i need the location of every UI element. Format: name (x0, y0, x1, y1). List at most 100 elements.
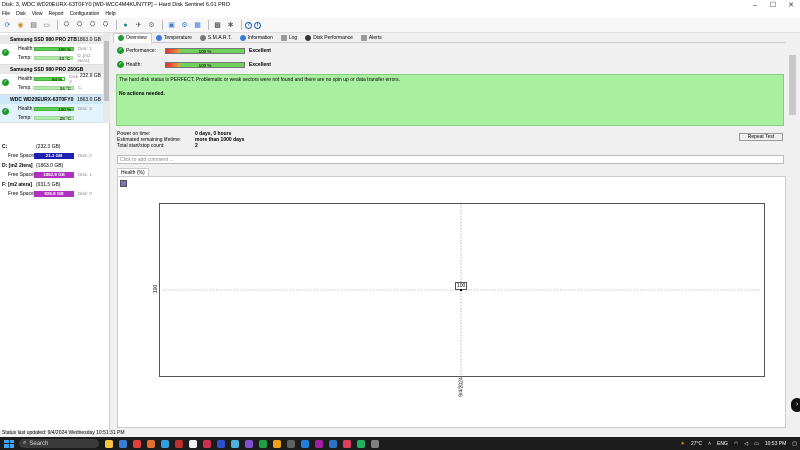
surface-test-icon[interactable]: ▤ (28, 20, 39, 31)
disk-capacity: 1863.0 GB (77, 37, 101, 43)
report-icon[interactable]: ▭ (41, 20, 52, 31)
save-chart-icon[interactable] (120, 180, 127, 187)
send-report-icon[interactable]: ⛭ (74, 20, 85, 31)
whatsapp-icon[interactable] (357, 439, 365, 448)
app-icon[interactable] (273, 439, 281, 448)
temp-value: 34 °C (59, 85, 71, 91)
taskbar: ⌕ Search ☀ 27°C ˄ ENG ◠ ◁ ▭ 10:53 PM ▢ (0, 437, 800, 450)
tab-overview[interactable]: Overview (113, 32, 152, 43)
disk-scan-icon[interactable]: ◉ (15, 20, 26, 31)
wifi-icon[interactable]: ◠ (734, 441, 738, 447)
temperature-icon (155, 34, 162, 41)
tab-disk-performance[interactable]: Disk Performance (301, 33, 357, 43)
app-icon[interactable] (231, 439, 239, 448)
file-explorer-icon[interactable] (105, 439, 113, 448)
mail-icon[interactable]: ⛭ (100, 20, 111, 31)
app-icon[interactable] (203, 439, 211, 448)
search-icon: ⌕ (23, 440, 27, 446)
partition-disk: Disk: 0 (78, 191, 92, 196)
floating-arrow-button[interactable]: › (791, 398, 800, 412)
app-icon[interactable] (189, 439, 197, 448)
refresh-icon[interactable]: ⟳ (2, 20, 13, 31)
minimize-button[interactable]: – (746, 2, 764, 9)
tab-information[interactable]: Information (236, 33, 277, 43)
status-description: The hard disk status is PERFECT. Problem… (116, 74, 784, 126)
settings-icon[interactable]: ⚙ (179, 20, 190, 31)
temp-label: Temp.: (18, 84, 34, 91)
partition-item[interactable]: F: [m2 atera] (931.5 GB) Free Space 926.8 … (0, 181, 110, 198)
disk-list-scrollbar[interactable] (103, 33, 110, 123)
windows-start-icon[interactable] (4, 439, 14, 448)
app-icon[interactable] (301, 439, 309, 448)
data-point (460, 289, 462, 291)
menu-configuration[interactable]: Configuration (70, 11, 100, 17)
health-value: 94 % (51, 76, 63, 82)
save-report-icon[interactable]: ⛭ (61, 20, 72, 31)
overview-icon (118, 35, 124, 41)
battery-icon[interactable]: ▭ (754, 441, 759, 447)
close-button[interactable]: ✕ (782, 1, 800, 9)
language-indicator[interactable]: ENG (717, 441, 728, 447)
print-icon[interactable]: ⛭ (87, 20, 98, 31)
information-icon (239, 34, 246, 41)
health-bar: 100 % (165, 62, 245, 68)
tab-temperature[interactable]: Temperature (152, 33, 196, 43)
lifetime-value: more than 1000 days (195, 137, 245, 143)
health-label: Health: (18, 45, 34, 52)
clock[interactable]: 10:53 PM (765, 441, 786, 447)
health-label: Health: (18, 75, 34, 82)
info-icon[interactable]: ✱ (225, 20, 236, 31)
tab-alerts[interactable]: Alerts (357, 33, 386, 43)
disk-item[interactable]: Samsung SSD 980 PRO 250GB 232.9 GB ✓ Heal… (0, 65, 103, 95)
globe-icon[interactable]: ● (120, 20, 131, 31)
help-icon[interactable]: ? (245, 21, 252, 29)
monitor-icon[interactable]: ▦ (192, 20, 203, 31)
app-icon[interactable] (245, 439, 253, 448)
app-icon[interactable] (259, 439, 267, 448)
config-icon[interactable]: ⚙ (146, 20, 157, 31)
app-icon[interactable] (161, 439, 169, 448)
app-icon[interactable] (329, 439, 337, 448)
disk-item-selected[interactable]: WDC WD20EURX-63T0FY0 1863.0 GB ✓ Health: 1… (0, 95, 103, 123)
comment-input[interactable]: Click to add comment ... (117, 155, 784, 164)
taskbar-search[interactable]: ⌕ Search (19, 439, 99, 448)
app-icon[interactable] (147, 439, 155, 448)
disk-icon[interactable]: ▣ (166, 20, 177, 31)
disk-number: Disk: 1 (78, 46, 92, 51)
statistics-icon[interactable]: ▩ (212, 20, 223, 31)
window-title: Disk: 3, WDC WD20EURX-63T0FY0 [WD-WCC4M4… (2, 2, 230, 8)
app-icon[interactable] (315, 439, 323, 448)
store-icon[interactable] (119, 439, 127, 448)
alert-icon[interactable]: ✈ (133, 20, 144, 31)
app-icon[interactable] (175, 439, 183, 448)
volume-icon[interactable]: ◁ (744, 441, 748, 447)
app-icon[interactable] (343, 439, 351, 448)
disk-capacity: 1863.0 GB (77, 97, 101, 103)
menu-file[interactable]: File (2, 11, 10, 17)
partition-item[interactable]: C: (232.3 GB) Free Space 21.1 GB Disk: 2 (0, 143, 110, 160)
menu-help[interactable]: Help (105, 11, 115, 17)
menu-view[interactable]: View (32, 11, 43, 17)
repeat-test-button[interactable]: Repeat Test (739, 133, 783, 141)
disk-item[interactable]: Samsung SSD 980 PRO 2TB 1863.0 GB ✓ Healt… (0, 35, 103, 65)
weather-icon[interactable]: ☀ (680, 441, 684, 447)
performance-rating: Excellent (249, 48, 271, 54)
maximize-button[interactable]: ☐ (764, 1, 782, 9)
weather-temp[interactable]: 27°C (691, 441, 702, 447)
app-icon[interactable] (287, 439, 295, 448)
chrome-icon[interactable] (133, 439, 141, 448)
app-icon[interactable] (217, 439, 225, 448)
partition-size: (1863.0 GB) (36, 163, 64, 169)
notification-icon[interactable]: ▢ (792, 441, 797, 447)
menu-disk[interactable]: Disk (16, 11, 26, 17)
health-rating: Excellent (249, 62, 271, 68)
about-icon[interactable]: i (254, 21, 261, 29)
chevron-up-icon[interactable]: ˄ (708, 441, 711, 447)
disk-info: Power on time: 0 days, 0 hours Estimated … (117, 131, 244, 149)
main-scrollbar[interactable] (786, 33, 800, 430)
tab-log[interactable]: Log (277, 33, 301, 43)
tab-smart[interactable]: S.M.A.R.T. (196, 33, 236, 43)
menu-report[interactable]: Report (49, 11, 64, 17)
hard-disk-sentinel-icon[interactable] (371, 439, 379, 448)
partition-item[interactable]: D: [m2 2tera] (1863.0 GB) Free Space 1862.… (0, 162, 110, 179)
